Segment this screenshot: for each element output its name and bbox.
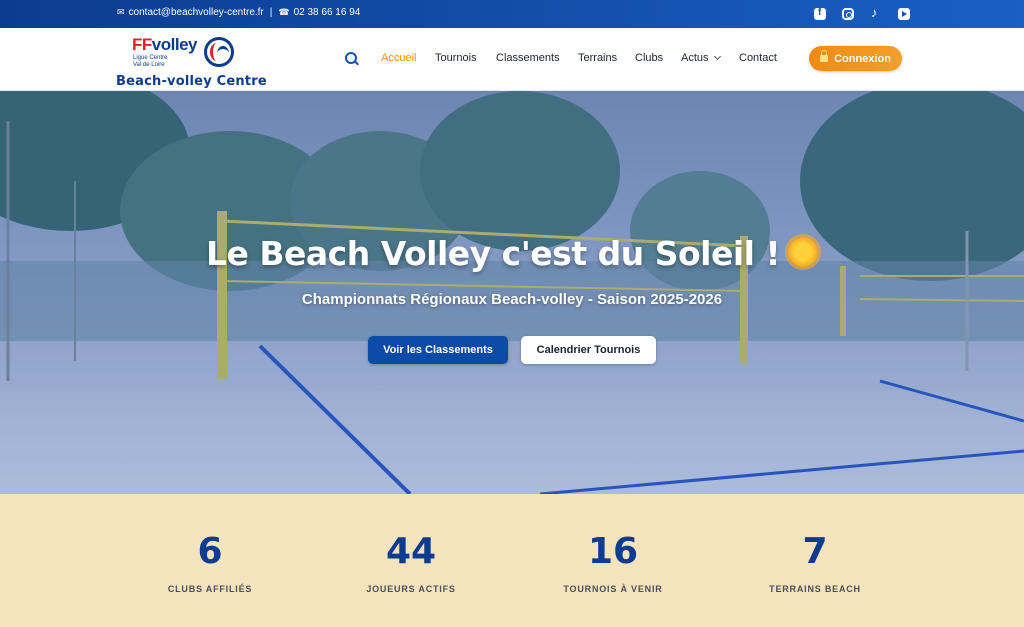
email-icon: ✉ [117,7,125,17]
stat-clubs: 6 CLUBS AFFILIÉS [130,530,290,594]
logo-wordmark: FFvolley [132,35,197,54]
facebook-icon[interactable] [814,7,826,20]
instagram-icon[interactable] [842,8,854,20]
search-icon[interactable] [345,52,359,66]
nav-item-tournois[interactable]: Tournois [435,52,477,64]
social-links [814,5,910,20]
view-rankings-button[interactable]: Voir les Classements [368,336,508,364]
tiktok-icon[interactable] [870,5,882,20]
tournament-calendar-button[interactable]: Calendrier Tournois [521,336,656,364]
nav-item-terrains[interactable]: Terrains [578,52,617,64]
contact-email[interactable]: contact@beachvolley-centre.fr [129,7,264,18]
lock-icon [820,50,829,62]
stat-value: 7 [802,531,828,572]
stat-label: JOUEURS ACTIFS [366,584,456,594]
stat-value: 44 [385,531,437,572]
sun-icon [788,236,818,267]
youtube-icon[interactable] [898,8,910,20]
hero-subtitle: Championnats Régionaux Beach-volley - Sa… [301,291,723,308]
stat-players: 44 JOUEURS ACTIFS [331,530,491,594]
site-header: FFvolley Ligue Centre Val de Loire Beach… [0,28,1024,91]
contact-separator: | [269,7,273,18]
chevron-down-icon [713,52,721,61]
hero-title: Le Beach Volley c'est du Soleil ! [0,234,1024,273]
nav-item-actus[interactable]: Actus [681,52,721,64]
stat-label: TERRAINS BEACH [769,584,861,594]
login-button[interactable]: Connexion [809,46,902,71]
logo-subtitle: Beach-volley Centre [116,74,267,89]
nav-item-classements[interactable]: Classements [496,52,560,64]
site-logo[interactable]: FFvolley Ligue Centre Val de Loire Beach… [116,33,267,89]
stat-value: 16 [587,531,639,572]
nav-item-actus-label: Actus [681,52,709,64]
logo-ligue: Ligue Centre Val de Loire [133,55,168,68]
login-label: Connexion [834,52,891,65]
contact-info: ✉ contact@beachvolley-centre.fr | ☎ 02 3… [117,7,360,18]
hero-section: Le Beach Volley c'est du Soleil ! Champi… [0,91,1024,494]
stat-courts: 7 TERRAINS BEACH [735,530,895,594]
contact-phone[interactable]: 02 38 66 16 94 [294,7,361,18]
nav-item-accueil[interactable]: Accueil [381,52,416,64]
nav-item-contact[interactable]: Contact [739,52,777,64]
phone-icon: ☎ [278,7,290,17]
hero-title-text: Le Beach Volley c'est du Soleil ! [205,234,781,273]
stats-section: 6 CLUBS AFFILIÉS 44 JOUEURS ACTIFS 16 TO… [0,494,1024,627]
stat-value: 6 [197,531,223,572]
top-bar: ✉ contact@beachvolley-centre.fr | ☎ 02 3… [0,0,1024,28]
stat-label: TOURNOIS À VENIR [563,584,663,594]
nav-item-clubs[interactable]: Clubs [635,52,663,64]
volleyball-logo-icon [204,37,234,67]
stat-tournaments: 16 TOURNOIS À VENIR [533,530,693,594]
stat-label: CLUBS AFFILIÉS [167,584,253,594]
